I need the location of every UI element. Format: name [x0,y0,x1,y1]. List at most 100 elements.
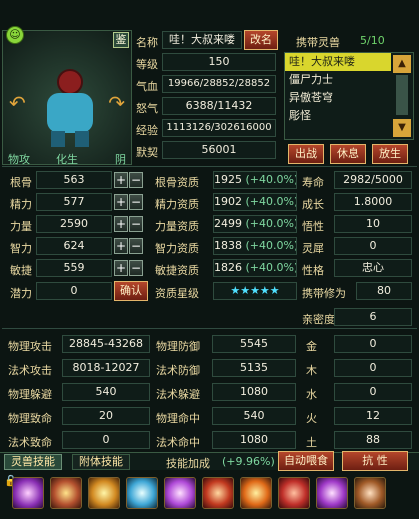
tacit-label: 默契 [136,146,158,159]
divider [2,328,417,329]
auto-feed-button[interactable]: 自动喂食 [278,451,334,471]
star-label: 资质星级 [155,287,199,300]
smile-icon[interactable]: ☺ [6,26,24,44]
right-stat-label: 成长 [302,198,324,211]
summon-button[interactable]: 出战 [288,144,324,164]
skill-slot-6-icon[interactable] [202,477,234,509]
element-value: 0 [334,383,412,401]
pet-list-item[interactable]: 异傲苍穹 [285,89,413,107]
divider [2,166,417,167]
rotate-right-icon[interactable]: ↷ [108,91,125,115]
increase-button[interactable]: + [114,238,128,254]
tacit-value: 56001 [162,141,276,159]
attack-type: 物攻 [8,153,30,166]
pet-list: 哇！大叔来喽 僵尸力士 异傲苍穹 彫怪 ▲ ▼ [284,52,414,140]
aptitude-value: 1925 (+40.0%) [213,171,297,189]
combat-label: 物理命中 [156,412,200,425]
combat-label: 法术致命 [8,436,52,449]
skill-bonus-label: 技能加成 [166,457,210,470]
element-label: 火 [306,412,317,425]
aptitude-label: 敏捷资质 [155,264,199,277]
potential-label: 潜力 [10,287,32,300]
aptitude-value: 2499 (+40.0%) [213,215,297,233]
stat-label: 智力 [10,242,32,255]
yin-yang: 阴 [115,153,126,166]
scroll-up-icon[interactable]: ▲ [393,55,411,73]
aptitude-value: 1838 (+40.0%) [213,237,297,255]
aptitude-label: 根骨资质 [155,176,199,189]
skill-slot-2-icon[interactable] [50,477,82,509]
release-button[interactable]: 放生 [372,144,408,164]
combat-value: 20 [62,407,150,425]
rename-button[interactable]: 改名 [244,30,278,50]
combat-value: 8018-12027 [62,359,150,377]
hp-value: 19966/28852/28852 [162,75,276,93]
aptitude-label: 智力资质 [155,242,199,255]
pet-list-item[interactable]: 僵尸力士 [285,71,413,89]
pet-list-title: 携带灵兽 [296,36,340,49]
right-stat-value: 6 [334,308,412,326]
skill-slot-9-icon[interactable] [316,477,348,509]
combat-value: 0 [62,431,150,449]
aptitude-stars: ★★★★★ [213,282,297,300]
right-stat-value: 10 [334,215,412,233]
decrease-button[interactable]: − [129,216,143,232]
combat-value: 5545 [212,335,296,353]
aptitude-value: 1902 (+40.0%) [213,193,297,211]
element-label: 水 [306,388,317,401]
combat-label: 物理躲避 [8,388,52,401]
name-label: 名称 [136,36,158,49]
skill-slot-7-icon[interactable] [240,477,272,509]
appraise-badge[interactable]: 鉴 [113,32,129,48]
pet-list-item[interactable]: 哇！大叔来喽 [285,53,391,71]
skill-slot-8-icon[interactable] [278,477,310,509]
right-stat-value: 0 [334,237,412,255]
right-stat-value: 2982/5000 [334,171,412,189]
element-value: 0 [334,359,412,377]
skill-slot-10-icon[interactable] [354,477,386,509]
decrease-button[interactable]: − [129,238,143,254]
skill-slot-1-icon[interactable] [12,477,44,509]
skill-slot-3-icon[interactable] [88,477,120,509]
combat-value: 5135 [212,359,296,377]
combat-label: 法术命中 [156,436,200,449]
combat-label: 法术防御 [156,364,200,377]
skill-slot-5-icon[interactable] [164,477,196,509]
aptitude-label: 力量资质 [155,220,199,233]
increase-button[interactable]: + [114,260,128,276]
increase-button[interactable]: + [114,216,128,232]
exp-label: 经验 [136,124,158,137]
combat-value: 540 [212,407,296,425]
exp-value: 1113126/302616000 [162,119,276,137]
decrease-button[interactable]: − [129,260,143,276]
combat-label: 物理致命 [8,412,52,425]
increase-button[interactable]: + [114,194,128,210]
stat-value: 563 [36,171,112,189]
rest-button[interactable]: 休息 [330,144,366,164]
aptitude-value: 1826 (+40.0%) [213,259,297,277]
decrease-button[interactable]: − [129,172,143,188]
rotate-left-icon[interactable]: ↶ [9,91,26,115]
skill-slot-4-icon[interactable] [126,477,158,509]
scrollbar-thumb[interactable] [396,75,408,115]
increase-button[interactable]: + [114,172,128,188]
element-value: 88 [334,431,412,449]
tab-possess-skills[interactable]: 附体技能 [72,454,130,470]
stat-label: 根骨 [10,176,32,189]
combat-value: 1080 [212,383,296,401]
resist-button[interactable]: 抗 性 [342,451,408,471]
decrease-button[interactable]: − [129,194,143,210]
right-stat-value: 1.8000 [334,193,412,211]
element-label: 木 [306,364,317,377]
tab-pet-skills[interactable]: 灵兽技能 [4,454,62,470]
stat-label: 敏捷 [10,264,32,277]
combat-label: 物理攻击 [8,340,52,353]
combat-value: 28845-43268 [62,335,150,353]
confirm-button[interactable]: 确认 [114,281,148,301]
pet-type: 化生 [56,153,78,166]
combat-label: 物理防御 [156,340,200,353]
right-stat-label: 悟性 [302,220,324,233]
skill-bonus-value: (+9.96%) [222,455,275,468]
scroll-down-icon[interactable]: ▼ [393,119,411,137]
pet-count: 5/10 [360,34,385,47]
